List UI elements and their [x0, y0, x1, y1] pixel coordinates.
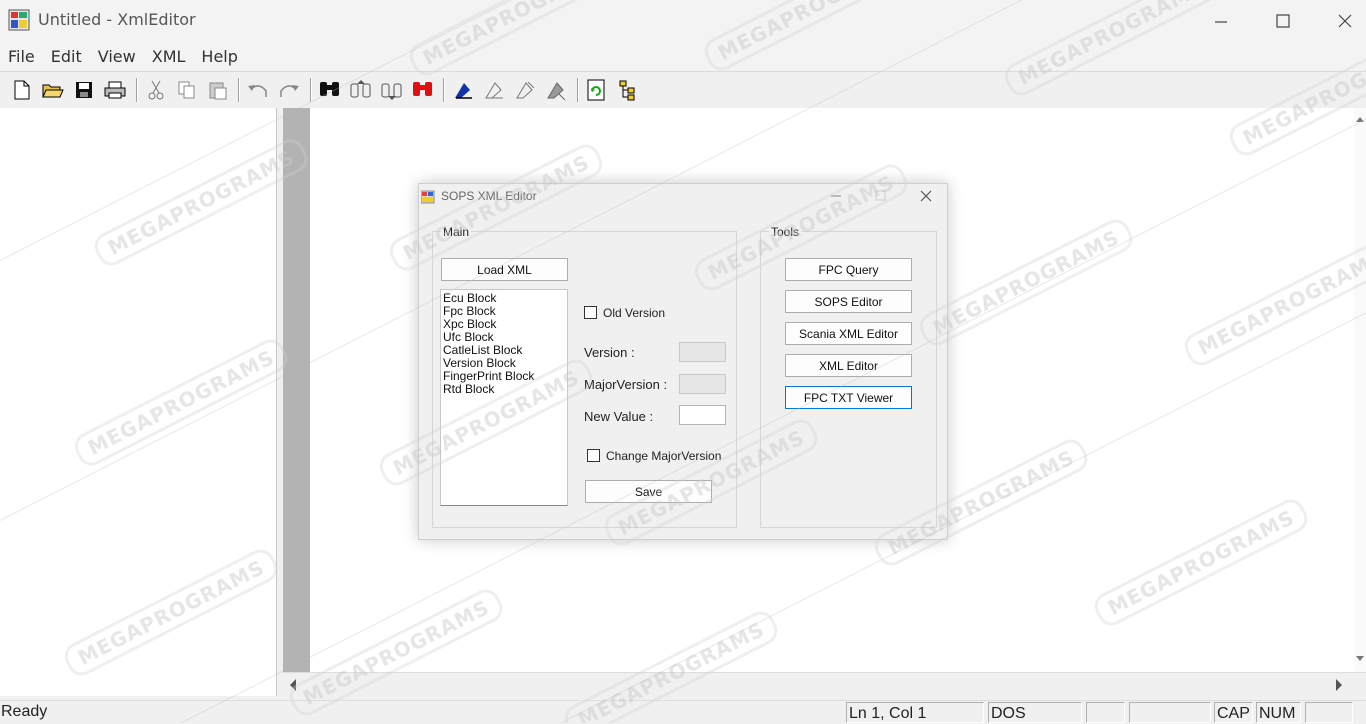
block-listbox[interactable]: Ecu Block Fpc Block Xpc Block Ufc Block … — [440, 289, 568, 506]
close-button[interactable] — [1314, 0, 1366, 42]
status-ready: Ready — [1, 703, 48, 720]
find-highlight-icon[interactable] — [409, 76, 437, 104]
dialog-app-icon — [420, 189, 435, 204]
open-folder-icon[interactable] — [39, 76, 67, 104]
paste-icon[interactable] — [204, 76, 232, 104]
old-version-checkbox[interactable] — [584, 306, 597, 319]
new-file-icon[interactable] — [8, 76, 36, 104]
horizontal-scrollbar[interactable] — [283, 672, 1366, 697]
main-group-label: Main — [441, 225, 472, 239]
print-icon[interactable] — [101, 76, 129, 104]
copy-icon[interactable] — [173, 76, 201, 104]
cut-icon[interactable] — [142, 76, 170, 104]
validate-icon[interactable] — [449, 76, 477, 104]
find-next-icon[interactable] — [347, 76, 375, 104]
minimize-button[interactable] — [1190, 0, 1252, 42]
toolbar-separator — [577, 78, 579, 102]
menu-bar: File Edit View XML Help — [0, 42, 1366, 70]
menu-xml[interactable]: XML — [144, 47, 194, 66]
app-icon — [8, 9, 30, 31]
menu-edit[interactable]: Edit — [43, 47, 90, 66]
menu-view[interactable]: View — [90, 47, 144, 66]
undo-icon[interactable] — [244, 76, 272, 104]
toolbar-separator — [136, 78, 138, 102]
dialog-maximize-button — [861, 186, 901, 206]
toolbar-separator — [310, 78, 312, 102]
old-version-label: Old Version — [603, 306, 666, 320]
refresh-icon[interactable] — [582, 76, 610, 104]
save-button[interactable]: Save — [585, 480, 712, 503]
scroll-right-icon — [1336, 679, 1342, 691]
dialog-close-button[interactable] — [906, 186, 946, 206]
line-number-gutter — [283, 108, 310, 672]
menu-file[interactable]: File — [0, 47, 43, 66]
fpc-txt-viewer-button[interactable]: FPC TXT Viewer — [785, 386, 912, 409]
list-item[interactable]: Rtd Block — [443, 383, 567, 396]
status-empty-2 — [1129, 702, 1211, 723]
dialog-title: SOPS XML Editor — [441, 189, 537, 203]
dialog-minimize-button[interactable] — [816, 186, 856, 206]
find-icon[interactable] — [316, 76, 344, 104]
new-value-field[interactable] — [679, 405, 726, 425]
tree-view-pane[interactable] — [0, 108, 277, 696]
save-icon[interactable] — [70, 76, 98, 104]
scroll-left-icon — [290, 679, 296, 691]
sops-editor-button[interactable]: SOPS Editor — [785, 290, 912, 313]
toolbar-separator — [443, 78, 445, 102]
title-bar — [0, 0, 1366, 42]
scroll-up-icon — [1356, 117, 1364, 122]
tools-group-label: Tools — [769, 225, 802, 239]
version-label: Version : — [584, 345, 635, 360]
scroll-down-icon — [1356, 656, 1364, 661]
maximize-button[interactable] — [1252, 0, 1314, 42]
status-position: Ln 1, Col 1 — [846, 702, 984, 723]
version-field — [679, 342, 726, 362]
status-empty-1 — [1086, 702, 1125, 723]
status-empty-3 — [1305, 702, 1353, 723]
vertical-scrollbar[interactable] — [1354, 108, 1366, 672]
new-value-label: New Value : — [584, 409, 654, 424]
change-major-label: Change MajorVersion — [606, 449, 722, 463]
toolbar — [0, 71, 1366, 109]
status-num: NUM — [1256, 702, 1301, 723]
major-version-field — [679, 374, 726, 394]
tree-icon[interactable] — [614, 76, 642, 104]
find-previous-icon[interactable] — [378, 76, 406, 104]
status-cap: CAP — [1214, 702, 1253, 723]
menu-help[interactable]: Help — [193, 47, 245, 66]
scania-xml-editor-button[interactable]: Scania XML Editor — [785, 322, 912, 345]
xml-editor-button[interactable]: XML Editor — [785, 354, 912, 377]
transform-icon[interactable] — [542, 76, 570, 104]
xpath-icon[interactable] — [480, 76, 508, 104]
window-title: Untitled - XmlEditor — [38, 10, 196, 29]
change-major-checkbox[interactable] — [587, 449, 600, 462]
major-version-label: MajorVersion : — [584, 377, 668, 392]
redo-icon[interactable] — [275, 76, 303, 104]
status-line-ending: DOS — [988, 702, 1082, 723]
xslt-icon[interactable] — [511, 76, 539, 104]
load-xml-button[interactable]: Load XML — [441, 258, 568, 281]
fpc-query-button[interactable]: FPC Query — [785, 258, 912, 281]
toolbar-separator — [238, 78, 240, 102]
